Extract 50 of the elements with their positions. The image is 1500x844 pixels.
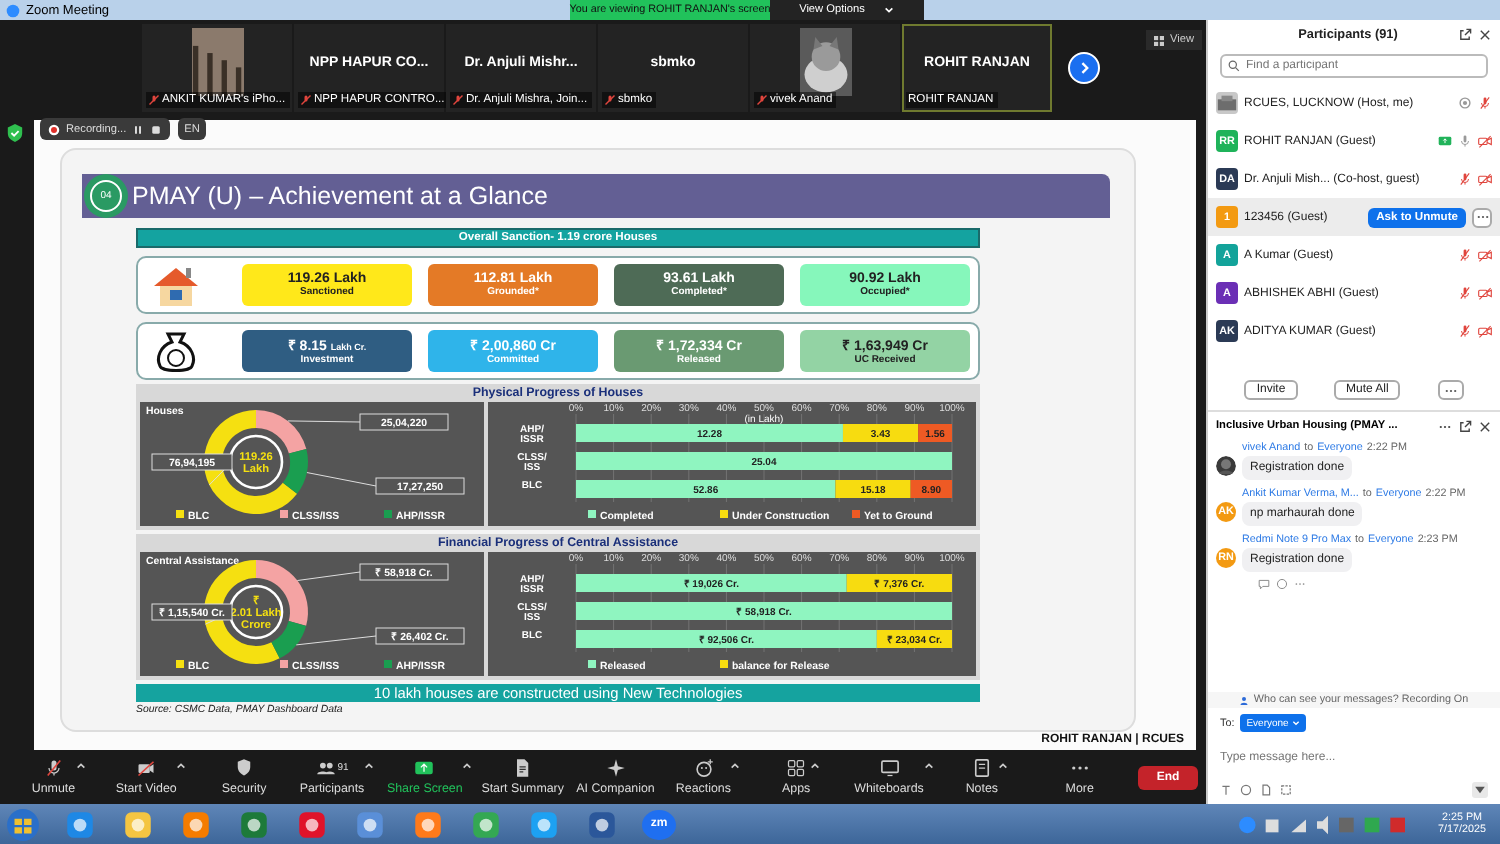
caret-icon[interactable] xyxy=(923,762,934,770)
document-icon xyxy=(512,758,533,778)
caret-icon[interactable] xyxy=(176,762,187,770)
more-button[interactable] xyxy=(1472,207,1492,227)
stop-icon[interactable] xyxy=(150,123,163,135)
caret-icon[interactable] xyxy=(364,762,375,770)
apps-icon xyxy=(786,758,807,778)
caret-icon[interactable] xyxy=(810,762,821,770)
caret-icon[interactable] xyxy=(462,762,473,770)
shield-icon xyxy=(6,124,24,142)
caret-icon[interactable] xyxy=(730,762,741,770)
close-icon[interactable] xyxy=(1478,27,1492,41)
start-button-icon[interactable] xyxy=(6,807,40,841)
camera-off-icon xyxy=(136,758,157,778)
notes-icon xyxy=(971,758,992,778)
caret-icon xyxy=(884,6,895,14)
shield-icon xyxy=(234,758,255,778)
search-icon xyxy=(1228,60,1240,72)
sparkle-icon xyxy=(605,758,626,778)
caret-icon[interactable] xyxy=(998,762,1009,770)
emoji-icon[interactable] xyxy=(1276,578,1288,590)
slide-title: PMAY (U) – Achievement at a Glance xyxy=(132,182,548,210)
next-page-button[interactable] xyxy=(1068,51,1100,83)
leader-line xyxy=(295,635,377,646)
microphone-muted-icon xyxy=(43,758,64,778)
grid-icon xyxy=(1153,35,1164,45)
close-icon[interactable] xyxy=(1478,419,1492,433)
screenshot-icon[interactable] xyxy=(1280,783,1292,795)
pop-out-icon[interactable] xyxy=(1458,27,1472,41)
share-screen-icon xyxy=(414,758,435,778)
more-button[interactable] xyxy=(1437,380,1464,400)
leader-line xyxy=(296,571,361,581)
people-icon xyxy=(315,758,336,778)
format-icon[interactable] xyxy=(1220,783,1232,795)
leader-line xyxy=(306,472,377,487)
caret-icon xyxy=(1292,720,1301,726)
record-icon xyxy=(48,123,60,135)
center-ring xyxy=(228,434,284,490)
reaction-icon xyxy=(693,758,714,778)
caret-icon[interactable] xyxy=(75,762,86,770)
app-logo-icon xyxy=(6,3,20,17)
leader-line xyxy=(287,420,361,423)
emoji-icon[interactable] xyxy=(1240,783,1252,795)
whiteboard-icon xyxy=(879,758,899,778)
pause-icon[interactable] xyxy=(132,123,145,135)
reply-icon[interactable] xyxy=(1258,578,1270,590)
chevron-right-icon xyxy=(1076,59,1092,75)
file-icon[interactable] xyxy=(1260,783,1272,795)
pop-out-icon[interactable] xyxy=(1458,419,1472,433)
center-ring xyxy=(228,584,284,640)
